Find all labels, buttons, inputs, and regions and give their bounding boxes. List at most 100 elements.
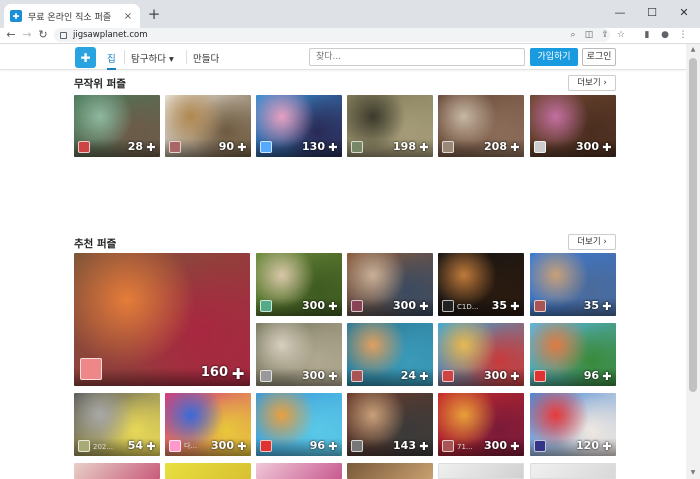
nav-create[interactable]: 만들다 bbox=[193, 51, 219, 65]
author-avatar[interactable] bbox=[78, 440, 90, 452]
author-avatar[interactable] bbox=[260, 440, 272, 452]
back-icon[interactable]: ← bbox=[4, 28, 18, 42]
piece-count: 90 bbox=[218, 140, 234, 153]
recommended-more-button[interactable]: 더보기 › bbox=[568, 234, 616, 250]
puzzle-piece-icon: ✚ bbox=[146, 141, 156, 154]
zoom-icon[interactable]: ⌕ bbox=[566, 28, 580, 42]
puzzle-tile[interactable]: 24 ✚ bbox=[347, 323, 433, 386]
author-avatar[interactable] bbox=[351, 141, 363, 153]
puzzle-tile[interactable]: 96 ✚ bbox=[256, 393, 342, 456]
piece-count: 208 bbox=[484, 140, 507, 153]
puzzle-tile[interactable]: 300 ✚ bbox=[438, 323, 524, 386]
puzzle-tile[interactable]: 120 ✚ bbox=[530, 393, 616, 456]
author-name: 202... bbox=[93, 443, 114, 451]
puzzle-piece-icon: ✚ bbox=[419, 370, 429, 383]
puzzle-tile[interactable]: 71... 300 ✚ bbox=[438, 393, 524, 456]
puzzle-tile[interactable] bbox=[256, 463, 342, 479]
author-avatar[interactable] bbox=[169, 440, 181, 452]
author-avatar[interactable] bbox=[442, 440, 454, 452]
author-avatar[interactable] bbox=[351, 440, 363, 452]
author-avatar[interactable] bbox=[260, 141, 272, 153]
puzzle-tile[interactable]: 300 ✚ bbox=[256, 323, 342, 386]
puzzle-tile[interactable]: 28 ✚ bbox=[74, 95, 160, 157]
puzzle-tile[interactable]: 90 ✚ bbox=[165, 95, 251, 157]
login-button[interactable]: 로그인 bbox=[582, 48, 616, 66]
maximize-button[interactable]: ☐ bbox=[636, 0, 668, 28]
puzzle-piece-icon: ✚ bbox=[510, 300, 520, 313]
profile-avatar-icon[interactable]: ● bbox=[658, 28, 672, 42]
piece-count: 300 bbox=[393, 299, 416, 312]
puzzle-tile[interactable]: 300 ✚ bbox=[530, 95, 616, 157]
scrollbar-thumb[interactable] bbox=[689, 58, 697, 392]
menu-kebab-icon[interactable]: ⋮ bbox=[676, 28, 690, 42]
random-more-button[interactable]: 더보기 › bbox=[568, 75, 616, 91]
bookmark-star-icon[interactable]: ☆ bbox=[614, 28, 628, 42]
author-avatar[interactable] bbox=[351, 300, 363, 312]
author-avatar[interactable] bbox=[534, 141, 546, 153]
puzzle-tile[interactable]: 35 ✚ bbox=[530, 253, 616, 316]
piece-count: 160 bbox=[200, 365, 228, 380]
puzzle-tile[interactable]: 96 ✚ bbox=[530, 323, 616, 386]
puzzle-piece-icon: ✚ bbox=[328, 440, 338, 453]
puzzle-tile[interactable]: 208 ✚ bbox=[438, 95, 524, 157]
puzzle-tile[interactable]: 202... 54 ✚ bbox=[74, 393, 160, 456]
author-avatar[interactable] bbox=[78, 141, 90, 153]
author-avatar[interactable] bbox=[169, 141, 181, 153]
puzzle-tile[interactable] bbox=[530, 463, 616, 479]
author-avatar[interactable] bbox=[351, 370, 363, 382]
puzzle-piece-icon: ✚ bbox=[602, 300, 612, 313]
translate-icon[interactable]: ◫ bbox=[582, 28, 596, 42]
author-avatar[interactable] bbox=[260, 370, 272, 382]
join-button[interactable]: 가입하기 bbox=[530, 48, 578, 66]
side-panel-icon[interactable]: ▮ bbox=[640, 28, 654, 42]
nav-divider bbox=[124, 50, 125, 64]
scroll-up-icon[interactable]: ▲ bbox=[686, 44, 700, 56]
nav-explore[interactable]: 탐구하다 ▾ bbox=[131, 51, 174, 65]
puzzle-tile[interactable]: 198 ✚ bbox=[347, 95, 433, 157]
recommended-puzzles-title: 추천 퍼즐 bbox=[74, 238, 117, 250]
puzzle-tile[interactable]: 160 ✚ bbox=[74, 253, 250, 386]
puzzle-tile[interactable] bbox=[347, 463, 433, 479]
minimize-button[interactable]: — bbox=[604, 0, 636, 28]
author-avatar[interactable] bbox=[442, 370, 454, 382]
forward-icon[interactable]: → bbox=[20, 28, 34, 42]
puzzle-tile[interactable] bbox=[438, 463, 524, 479]
new-tab-button[interactable]: + bbox=[146, 6, 162, 22]
puzzle-tile[interactable]: 130 ✚ bbox=[256, 95, 342, 157]
browser-tab[interactable]: ✚ 무료 온라인 직소 퍼즐 × bbox=[4, 4, 140, 28]
jigsaw-favicon-icon: ✚ bbox=[10, 10, 22, 22]
author-avatar[interactable] bbox=[534, 440, 546, 452]
author-avatar[interactable] bbox=[534, 370, 546, 382]
puzzle-tile[interactable]: 143 ✚ bbox=[347, 393, 433, 456]
piece-count: 28 bbox=[127, 140, 143, 153]
author-avatar[interactable] bbox=[442, 141, 454, 153]
scroll-down-icon[interactable]: ▼ bbox=[686, 467, 700, 479]
author-avatar[interactable] bbox=[260, 300, 272, 312]
puzzle-tile[interactable]: C1D... 35 ✚ bbox=[438, 253, 524, 316]
piece-count: 300 bbox=[302, 369, 325, 382]
puzzle-piece-icon: ✚ bbox=[602, 141, 612, 154]
tab-close-icon[interactable]: × bbox=[122, 11, 134, 22]
site-header: ✚ 집 탐구하다 ▾ 만들다 가입하기 로그인 bbox=[0, 44, 686, 70]
address-bar[interactable]: jigsawplanet.com bbox=[54, 28, 610, 42]
share-icon[interactable]: ⇪ bbox=[598, 28, 612, 42]
search-input[interactable] bbox=[309, 48, 525, 66]
reload-icon[interactable]: ↻ bbox=[36, 28, 50, 42]
author-name: C1D... bbox=[457, 303, 479, 311]
author-avatar[interactable] bbox=[80, 358, 102, 380]
puzzle-piece-icon: ✚ bbox=[510, 141, 520, 154]
puzzle-tile[interactable]: 다... 300 ✚ bbox=[165, 393, 251, 456]
puzzle-tile[interactable]: 300 ✚ bbox=[347, 253, 433, 316]
puzzle-tile[interactable]: 300 ✚ bbox=[256, 253, 342, 316]
author-name: 71... bbox=[457, 443, 473, 451]
random-puzzles-title: 무작위 퍼즐 bbox=[74, 78, 126, 90]
jigsaw-planet-logo-icon[interactable]: ✚ bbox=[75, 47, 96, 68]
close-window-button[interactable]: ✕ bbox=[668, 0, 700, 28]
puzzle-tile[interactable] bbox=[165, 463, 251, 479]
nav-home[interactable]: 집 bbox=[107, 51, 116, 70]
puzzle-piece-icon: ✚ bbox=[231, 365, 245, 383]
puzzle-piece-icon: ✚ bbox=[510, 440, 520, 453]
puzzle-tile[interactable] bbox=[74, 463, 160, 479]
author-avatar[interactable] bbox=[442, 300, 454, 312]
author-avatar[interactable] bbox=[534, 300, 546, 312]
